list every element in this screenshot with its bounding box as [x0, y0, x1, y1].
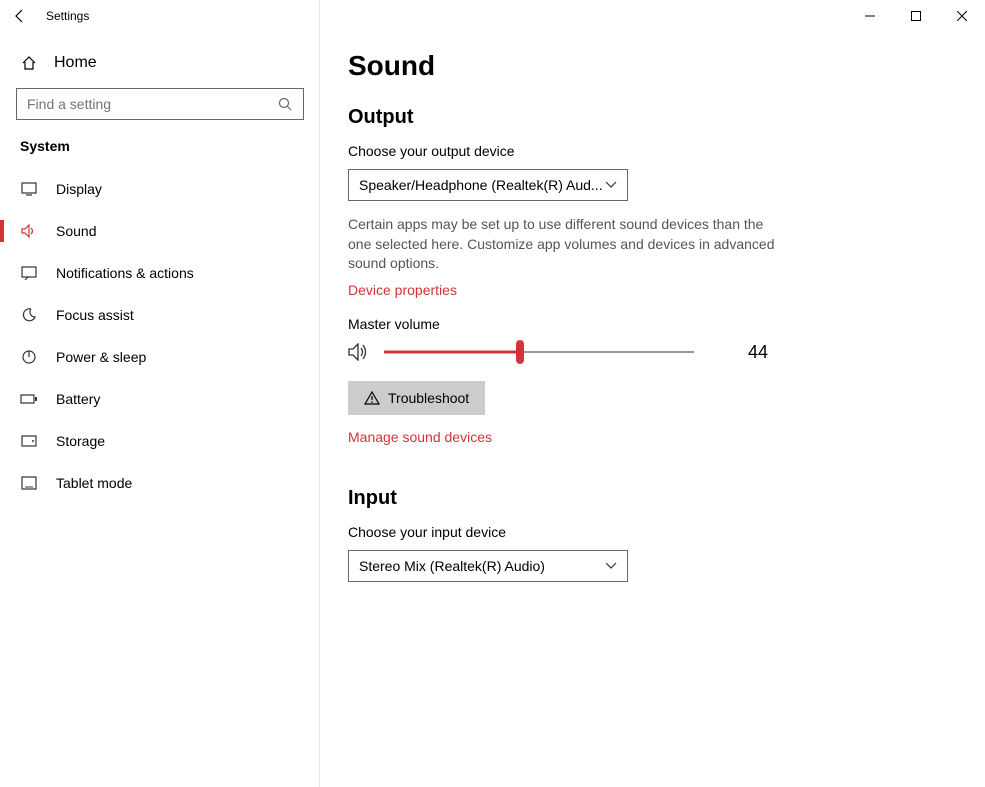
sidebar-item-label: Sound — [56, 223, 96, 239]
output-description: Certain apps may be set up to use differ… — [348, 215, 788, 274]
volume-slider[interactable] — [384, 342, 694, 362]
input-device-value: Stereo Mix (Realtek(R) Audio) — [359, 558, 545, 574]
sidebar-item-label: Notifications & actions — [56, 265, 194, 281]
sidebar-item-power-sleep[interactable]: Power & sleep — [0, 336, 320, 378]
section-title: System — [0, 138, 320, 168]
sidebar-item-label: Power & sleep — [56, 349, 146, 365]
sidebar-item-storage[interactable]: Storage — [0, 420, 320, 462]
back-icon[interactable] — [12, 8, 28, 24]
output-device-dropdown[interactable]: Speaker/Headphone (Realtek(R) Aud... — [348, 169, 628, 201]
sound-icon — [20, 224, 38, 238]
troubleshoot-label: Troubleshoot — [388, 390, 469, 406]
tablet-icon — [20, 476, 38, 490]
speaker-icon[interactable] — [348, 343, 370, 361]
chevron-down-icon — [605, 562, 617, 570]
sidebar-item-label: Storage — [56, 433, 105, 449]
page-title: Sound — [348, 50, 957, 82]
home-label: Home — [54, 54, 97, 72]
display-icon — [20, 182, 38, 196]
sidebar-item-display[interactable]: Display — [0, 168, 320, 210]
storage-icon — [20, 435, 38, 447]
battery-icon — [20, 393, 38, 405]
output-heading: Output — [348, 106, 957, 129]
notifications-icon — [20, 266, 38, 280]
sidebar-item-sound[interactable]: Sound — [0, 210, 320, 252]
home-button[interactable]: Home — [0, 44, 320, 82]
maximize-button[interactable] — [893, 0, 939, 32]
close-button[interactable] — [939, 0, 985, 32]
sidebar: Home System Display Sound Notifications … — [0, 32, 320, 587]
sidebar-item-focus-assist[interactable]: Focus assist — [0, 294, 320, 336]
moon-icon — [20, 307, 38, 323]
output-choose-label: Choose your output device — [348, 143, 957, 159]
input-heading: Input — [348, 487, 957, 510]
sidebar-item-tablet-mode[interactable]: Tablet mode — [0, 462, 320, 504]
slider-thumb[interactable] — [516, 340, 524, 364]
manage-sound-devices-link[interactable]: Manage sound devices — [348, 429, 492, 445]
sidebar-item-label: Battery — [56, 391, 100, 407]
search-icon — [278, 97, 292, 111]
sidebar-item-label: Focus assist — [56, 307, 134, 323]
warning-icon — [364, 391, 380, 405]
home-icon — [20, 55, 38, 71]
input-choose-label: Choose your input device — [348, 524, 957, 540]
minimize-button[interactable] — [847, 0, 893, 32]
input-device-dropdown[interactable]: Stereo Mix (Realtek(R) Audio) — [348, 550, 628, 582]
sidebar-item-label: Tablet mode — [56, 475, 132, 491]
titlebar: Settings — [0, 0, 985, 32]
window-title: Settings — [46, 9, 89, 23]
output-device-value: Speaker/Headphone (Realtek(R) Aud... — [359, 177, 603, 193]
device-properties-link[interactable]: Device properties — [348, 282, 457, 298]
slider-fill — [384, 351, 520, 354]
master-volume-label: Master volume — [348, 316, 957, 332]
sidebar-item-battery[interactable]: Battery — [0, 378, 320, 420]
content-area: Sound Output Choose your output device S… — [320, 32, 985, 587]
chevron-down-icon — [605, 181, 617, 189]
sidebar-item-label: Display — [56, 181, 102, 197]
volume-value: 44 — [748, 342, 768, 363]
sidebar-item-notifications[interactable]: Notifications & actions — [0, 252, 320, 294]
search-input[interactable] — [16, 88, 304, 120]
power-icon — [20, 349, 38, 365]
troubleshoot-button[interactable]: Troubleshoot — [348, 381, 485, 415]
